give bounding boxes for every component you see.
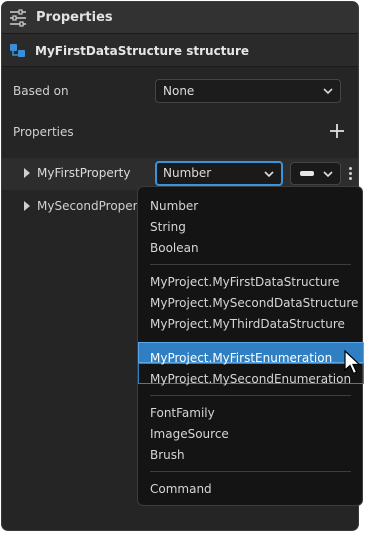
property-value-type-select[interactable] [290,162,341,185]
chevron-down-icon [264,171,274,178]
menu-item-first-data-structure[interactable]: MyProject.MyFirstDataStructure [150,275,340,289]
property-name[interactable]: MyFirstProperty [37,166,131,180]
sliders-icon [10,9,26,27]
property-name[interactable]: MySecondPropert [37,199,142,213]
more-options-icon[interactable] [348,167,354,183]
menu-item-brush[interactable]: Brush [150,448,185,462]
chevron-down-icon [323,171,333,178]
property-type-value: Number [163,166,212,180]
menu-separator [150,471,351,472]
expand-triangle-icon[interactable] [24,168,30,178]
menu-item-font-family[interactable]: FontFamily [150,406,215,420]
structure-header: MyFirstDataStructure structure [2,34,358,67]
mouse-cursor-icon [344,350,362,375]
menu-item-number[interactable]: Number [150,199,198,213]
structure-title: MyFirstDataStructure structure [35,44,250,58]
panel-titlebar: Properties [2,2,358,34]
chevron-down-icon [323,88,333,95]
menu-item-string[interactable]: String [150,220,186,234]
menu-separator [150,264,351,265]
add-property-icon[interactable] [329,123,345,139]
type-dropdown-menu: Number String Boolean MyProject.MyFirstD… [137,186,364,506]
menu-item-boolean[interactable]: Boolean [150,241,199,255]
expand-triangle-icon[interactable] [24,201,30,211]
structure-icon [10,44,25,57]
panel-title: Properties [36,10,113,25]
based-on-label: Based on [13,84,69,98]
menu-item-second-data-structure[interactable]: MyProject.MySecondDataStructure [150,296,358,310]
menu-item-second-enumeration[interactable]: MyProject.MySecondEnumeration [150,372,351,386]
menu-item-command[interactable]: Command [150,482,212,496]
menu-separator [150,395,351,396]
line-style-icon [300,171,314,176]
property-type-select[interactable]: Number [155,161,283,186]
menu-item-first-enumeration[interactable]: MyProject.MyFirstEnumeration [150,351,332,365]
based-on-select[interactable]: None [155,79,341,103]
properties-section-label: Properties [13,125,74,139]
menu-item-third-data-structure[interactable]: MyProject.MyThirdDataStructure [150,317,345,331]
based-on-value: None [163,84,195,98]
menu-item-image-source[interactable]: ImageSource [150,427,229,441]
